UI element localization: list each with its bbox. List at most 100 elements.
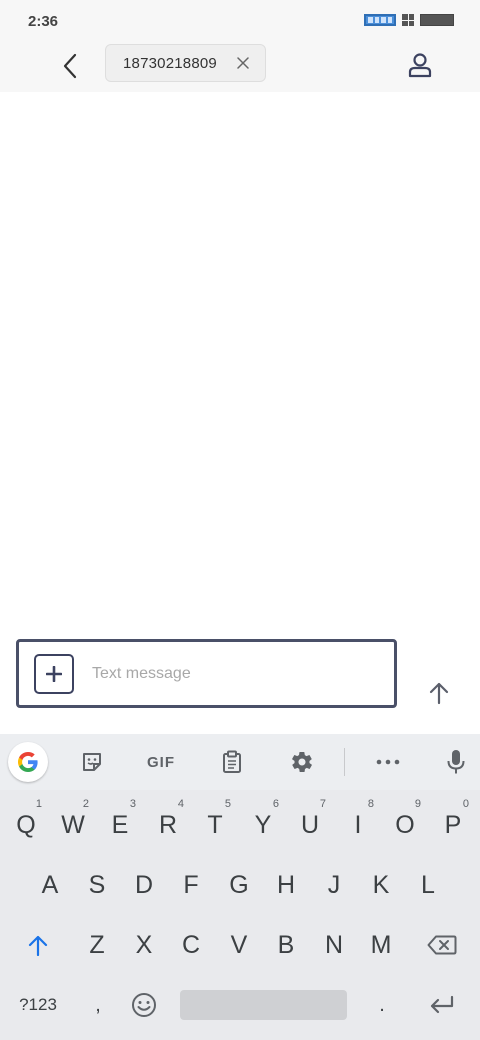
- shift-key[interactable]: [16, 924, 60, 966]
- key-label: P: [444, 810, 462, 839]
- enter-key[interactable]: [418, 984, 466, 1026]
- clipboard-icon: [223, 750, 241, 773]
- key-f[interactable]: F: [169, 864, 213, 906]
- key-label: O: [395, 810, 415, 839]
- key-j[interactable]: J: [312, 864, 356, 906]
- key-p[interactable]: P0: [431, 798, 475, 846]
- key-d[interactable]: D: [122, 864, 166, 906]
- key-label: G: [229, 870, 249, 899]
- chip-remove-button[interactable]: [235, 55, 251, 71]
- key-s[interactable]: S: [75, 864, 119, 906]
- keyboard-toolbar: GIF: [0, 734, 480, 790]
- key-n[interactable]: N: [312, 924, 356, 966]
- key-g[interactable]: G: [217, 864, 261, 906]
- key-z[interactable]: Z: [75, 924, 119, 966]
- key-label: S: [88, 870, 106, 899]
- key-a[interactable]: A: [28, 864, 72, 906]
- plus-icon: [46, 666, 62, 682]
- arrow-up-icon: [429, 682, 449, 705]
- key-hint: 1: [35, 798, 42, 810]
- key-hint: 2: [82, 798, 89, 810]
- key-label: ?123: [19, 995, 57, 1014]
- key-label: E: [111, 810, 129, 839]
- key-label: J: [327, 870, 341, 899]
- key-label: L: [421, 870, 435, 899]
- recipient-chip[interactable]: 18730218809: [105, 44, 266, 82]
- key-hint: 8: [367, 798, 374, 810]
- key-i[interactable]: I8: [336, 798, 380, 846]
- key-label: V: [230, 930, 248, 959]
- key-label: N: [324, 930, 344, 959]
- key-hint: 9: [414, 798, 421, 810]
- key-hint: 6: [272, 798, 279, 810]
- key-label: I: [354, 810, 362, 839]
- key-label: .: [379, 993, 385, 1016]
- recipient-number: 18730218809: [123, 54, 217, 72]
- key-hint: 3: [129, 798, 136, 810]
- key-q[interactable]: Q1: [4, 798, 48, 846]
- key-x[interactable]: X: [122, 924, 166, 966]
- backspace-key[interactable]: [418, 924, 466, 966]
- close-icon: [237, 57, 249, 69]
- comma-key[interactable]: ,: [76, 984, 120, 1026]
- key-h[interactable]: H: [264, 864, 308, 906]
- emoji-key[interactable]: [122, 984, 166, 1026]
- shift-icon: [28, 935, 48, 956]
- network-icon: [364, 14, 396, 26]
- attach-button[interactable]: [34, 654, 74, 694]
- key-label: U: [300, 810, 320, 839]
- key-label: A: [41, 870, 59, 899]
- key-y[interactable]: Y6: [241, 798, 285, 846]
- key-o[interactable]: O9: [383, 798, 427, 846]
- message-list[interactable]: [0, 92, 480, 632]
- key-b[interactable]: B: [264, 924, 308, 966]
- sticker-icon: [83, 753, 101, 771]
- settings-button[interactable]: [282, 742, 322, 782]
- key-label: H: [276, 870, 296, 899]
- spacebar[interactable]: [180, 990, 347, 1020]
- key-hint: 4: [177, 798, 184, 810]
- send-button[interactable]: [424, 676, 454, 710]
- soft-keyboard: GIF Q1 W2 E3 R4 T5 Y6 U7 I8 O9 P0 A S D …: [0, 734, 480, 1040]
- enter-icon: [430, 995, 454, 1014]
- gear-icon: [292, 752, 312, 772]
- symbols-key[interactable]: ?123: [10, 984, 66, 1026]
- key-label: B: [277, 930, 295, 959]
- message-input[interactable]: [92, 656, 382, 692]
- key-l[interactable]: L: [406, 864, 450, 906]
- key-label: C: [181, 930, 201, 959]
- status-bar: 2:36: [0, 0, 480, 44]
- key-hint: 7: [319, 798, 326, 810]
- period-key[interactable]: .: [360, 984, 404, 1026]
- key-label: Q: [16, 810, 36, 839]
- key-v[interactable]: V: [217, 924, 261, 966]
- contact-button[interactable]: [404, 48, 436, 82]
- google-button[interactable]: [8, 742, 48, 782]
- key-m[interactable]: M: [359, 924, 403, 966]
- grid-icon: [402, 14, 414, 26]
- gif-button[interactable]: GIF: [138, 742, 184, 782]
- key-label: K: [372, 870, 390, 899]
- key-w[interactable]: W2: [51, 798, 95, 846]
- status-time: 2:36: [28, 13, 59, 30]
- sticker-button[interactable]: [72, 742, 112, 782]
- more-button[interactable]: [368, 742, 408, 782]
- back-button[interactable]: [54, 48, 86, 84]
- key-u[interactable]: U7: [288, 798, 332, 846]
- key-c[interactable]: C: [169, 924, 213, 966]
- voice-input-button[interactable]: [436, 742, 476, 782]
- mic-icon: [447, 750, 465, 774]
- key-label: W: [61, 810, 85, 839]
- more-icon: [376, 759, 400, 765]
- key-r[interactable]: R4: [146, 798, 190, 846]
- toolbar-divider: [344, 748, 345, 776]
- key-e[interactable]: E3: [98, 798, 142, 846]
- compose-box: [16, 639, 397, 708]
- key-t[interactable]: T5: [193, 798, 237, 846]
- key-label: X: [135, 930, 153, 959]
- clipboard-button[interactable]: [212, 742, 252, 782]
- conversation-header: 18730218809: [0, 44, 480, 92]
- key-k[interactable]: K: [359, 864, 403, 906]
- key-hint: 0: [462, 798, 469, 810]
- key-label: F: [183, 870, 199, 899]
